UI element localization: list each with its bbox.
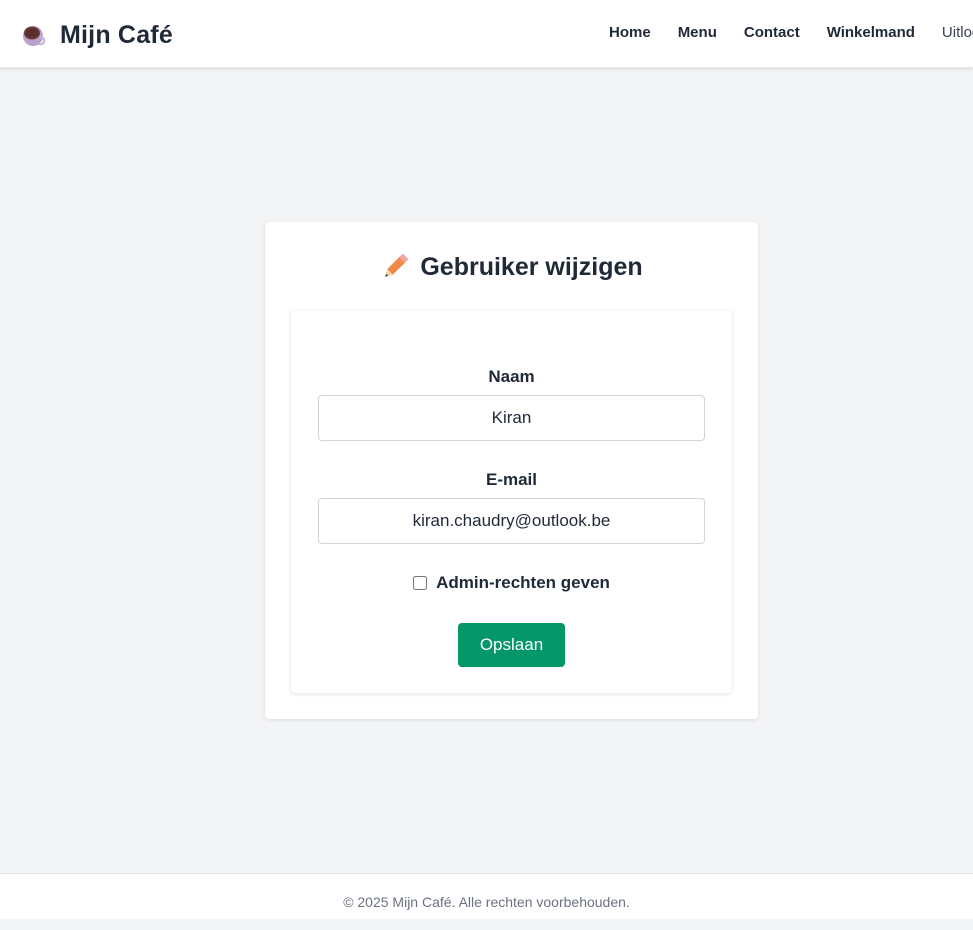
main-nav: Home Menu Contact Winkelmand Uitloggen [609,24,973,41]
edit-user-card: Gebruiker wijzigen Naam E-mail Admin-rec… [265,222,758,719]
pencil-icon [385,253,409,277]
email-input[interactable] [318,498,705,544]
admin-rights-row: Admin-rechten geven [291,573,732,593]
nav-home-link[interactable]: Home [609,24,651,41]
save-button[interactable]: Opslaan [458,623,565,667]
email-label: E-mail [485,470,538,489]
footer-text: © 2025 Mijn Café. Alle rechten voorbehou… [343,894,630,910]
top-navbar: Mijn Café Home Menu Contact Winkelmand U… [0,0,973,68]
brand-title: Mijn Café [60,20,173,49]
page-title-text: Gebruiker wijzigen [420,252,643,281]
edit-user-form: Naam E-mail Admin-rechten geven Opslaan [291,311,732,693]
nav-logout-link[interactable]: Uitloggen [942,24,973,41]
nav-menu-link[interactable]: Menu [678,24,717,41]
page-title: Gebruiker wijzigen [265,252,758,282]
name-input[interactable] [318,395,705,441]
admin-rights-label[interactable]: Admin-rechten geven [436,573,610,593]
name-label: Naam [488,367,535,386]
page-footer: © 2025 Mijn Café. Alle rechten voorbehou… [0,873,973,919]
brand[interactable]: Mijn Café [20,18,173,52]
nav-contact-link[interactable]: Contact [744,24,800,41]
coffee-cup-icon [23,26,46,46]
admin-rights-checkbox[interactable] [413,576,428,590]
nav-cart-link[interactable]: Winkelmand [827,24,915,41]
